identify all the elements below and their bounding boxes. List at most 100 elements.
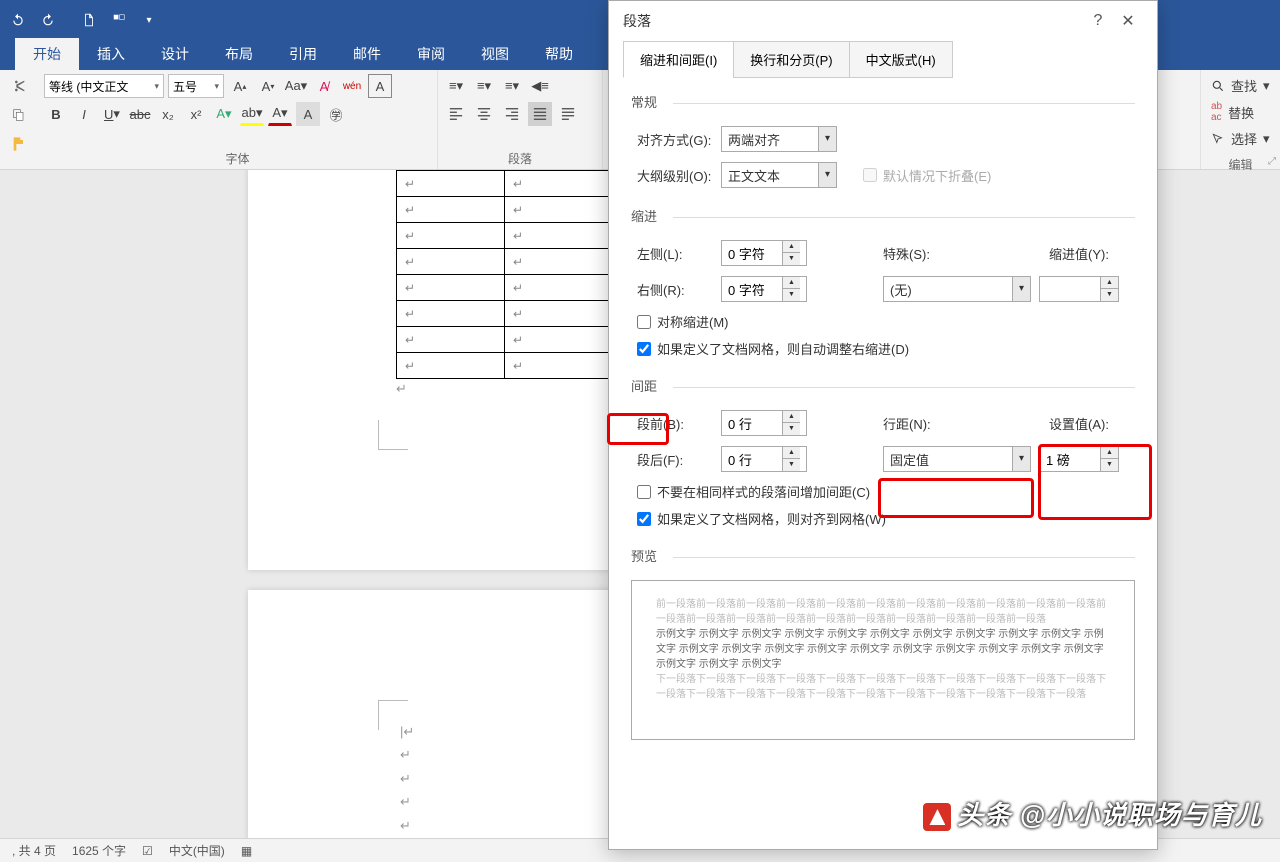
phonetic-icon[interactable]: wén — [340, 74, 364, 98]
alignment-select[interactable]: 两端对齐▾ — [721, 126, 837, 152]
tab-asian-typography[interactable]: 中文版式(H) — [849, 41, 953, 78]
italic-icon[interactable]: I — [72, 102, 96, 126]
section-spacing: 间距 段前(B): ▲▼ 行距(N): 设置值(A): 段后(F): ▲▼ 固定… — [631, 376, 1135, 528]
macro-icon[interactable]: ▦ — [241, 844, 252, 858]
preview-box: 前一段落前一段落前一段落前一段落前一段落前一段落前一段落前一段落前一段落前一段落… — [631, 580, 1135, 740]
justify-icon[interactable] — [528, 102, 552, 126]
multilevel-icon[interactable]: ≡▾ — [500, 74, 524, 98]
copy-icon[interactable] — [11, 107, 27, 128]
auto-adjust-indent-checkbox[interactable]: 如果定义了文档网格，则自动调整右缩进(D) — [631, 339, 1135, 358]
text-effects-icon[interactable]: A▾ — [212, 102, 236, 126]
spell-check-icon[interactable]: ☑ — [142, 844, 153, 858]
subscript-icon[interactable]: x₂ — [156, 102, 180, 126]
tab-view[interactable]: 视图 — [463, 38, 527, 70]
font-dialog-launcher[interactable]: ⤢ — [1268, 156, 1276, 167]
font-group: 等线 (中文正文▾ 五号▾ A▴ A▾ Aa▾ А̸ wén A B I U▾ … — [38, 70, 438, 169]
new-doc-icon[interactable] — [79, 10, 99, 30]
dialog-title: 段落 — [623, 11, 651, 31]
section-title-spacing: 间距 — [631, 376, 1135, 398]
bullets-icon[interactable]: ≡▾ — [444, 74, 468, 98]
space-after-label: 段后(F): — [631, 450, 713, 469]
decrease-indent-icon[interactable]: ◀≡ — [528, 74, 552, 98]
highlight-icon[interactable]: ab▾ — [240, 102, 264, 126]
mirror-indent-checkbox[interactable]: 对称缩进(M) — [631, 312, 1135, 331]
paragraph-dialog: 段落 ? ✕ 缩进和间距(I) 换行和分页(P) 中文版式(H) 常规 对齐方式… — [608, 0, 1158, 850]
word-count[interactable]: 1625 个字 — [72, 842, 126, 859]
page-count[interactable]: , 共 4 页 — [12, 842, 56, 859]
touch-mode-icon[interactable] — [109, 10, 129, 30]
space-after-spinner[interactable]: ▲▼ — [721, 446, 807, 472]
watermark: 头条 @小小说职场与育儿 — [923, 795, 1262, 832]
language-status[interactable]: 中文(中国) — [169, 842, 225, 859]
indent-by-spinner[interactable]: ▲▼ — [1039, 276, 1119, 302]
section-title-preview: 预览 — [631, 546, 1135, 568]
customize-qat-icon[interactable]: ▾ — [139, 10, 159, 30]
font-name-select[interactable]: 等线 (中文正文▾ — [44, 74, 164, 98]
space-before-spinner[interactable]: ▲▼ — [721, 410, 807, 436]
outline-label: 大纲级别(O): — [631, 166, 713, 185]
page-corner — [378, 700, 408, 730]
dialog-titlebar: 段落 ? ✕ — [609, 1, 1157, 41]
align-left-icon[interactable] — [444, 102, 468, 126]
section-title-indent: 缩进 — [631, 206, 1135, 228]
tab-help[interactable]: 帮助 — [527, 38, 591, 70]
underline-icon[interactable]: U▾ — [100, 102, 124, 126]
tab-layout[interactable]: 布局 — [207, 38, 271, 70]
font-color-icon[interactable]: A▾ — [268, 102, 292, 126]
clipboard-group — [0, 70, 38, 169]
strike-icon[interactable]: abc — [128, 102, 152, 126]
dialog-close-icon[interactable]: ✕ — [1113, 11, 1143, 31]
superscript-icon[interactable]: x² — [184, 102, 208, 126]
char-shading-icon[interactable]: A — [296, 102, 320, 126]
tab-review[interactable]: 审阅 — [399, 38, 463, 70]
no-space-same-style-checkbox[interactable]: 不要在相同样式的段落间增加间距(C) — [631, 482, 1135, 501]
clear-format-icon[interactable]: А̸ — [312, 74, 336, 98]
dialog-tabs: 缩进和间距(I) 换行和分页(P) 中文版式(H) — [609, 41, 1157, 78]
distribute-icon[interactable] — [556, 102, 580, 126]
paragraph-group-label: 段落 — [444, 148, 596, 167]
tab-home[interactable]: 开始 — [15, 38, 79, 70]
document-table[interactable]: ↵↵ ↵↵ ↵↵ ↵↵ ↵↵ ↵↵ ↵↵ ↵↵ — [396, 170, 613, 379]
indent-left-spinner[interactable]: ▲▼ — [721, 240, 807, 266]
font-size-select[interactable]: 五号▾ — [168, 74, 224, 98]
align-center-icon[interactable] — [472, 102, 496, 126]
change-case-icon[interactable]: Aa▾ — [284, 74, 308, 98]
tab-references[interactable]: 引用 — [271, 38, 335, 70]
font-group-label: 字体 — [44, 148, 431, 167]
select-button[interactable]: 选择▾ — [1211, 129, 1270, 148]
special-select[interactable]: (无)▾ — [883, 276, 1031, 302]
tab-line-page-breaks[interactable]: 换行和分页(P) — [733, 41, 849, 78]
tab-indent-spacing[interactable]: 缩进和间距(I) — [623, 41, 734, 78]
find-button[interactable]: 查找▾ — [1211, 76, 1270, 95]
indent-left-label: 左侧(L): — [631, 244, 713, 263]
paragraph-group: ≡▾ ≡▾ ≡▾ ◀≡ 段落 — [438, 70, 603, 169]
section-preview: 预览 前一段落前一段落前一段落前一段落前一段落前一段落前一段落前一段落前一段落前… — [631, 546, 1135, 740]
at-spinner[interactable]: ▲▼ — [1039, 446, 1119, 472]
indent-right-label: 右侧(R): — [631, 280, 713, 299]
snap-to-grid-checkbox[interactable]: 如果定义了文档网格，则对齐到网格(W) — [631, 509, 1135, 528]
tab-design[interactable]: 设计 — [143, 38, 207, 70]
section-general: 常规 对齐方式(G): 两端对齐▾ 大纲级别(O): 正文文本▾ 默认情况下折叠… — [631, 92, 1135, 188]
tab-mailings[interactable]: 邮件 — [335, 38, 399, 70]
alignment-label: 对齐方式(G): — [631, 130, 713, 149]
indent-right-spinner[interactable]: ▲▼ — [721, 276, 807, 302]
align-right-icon[interactable] — [500, 102, 524, 126]
format-painter-icon[interactable] — [11, 136, 27, 157]
replace-button[interactable]: abac替换 — [1211, 101, 1270, 123]
linespacing-select[interactable]: 固定值▾ — [883, 446, 1031, 472]
enclose-char-icon[interactable]: ㊫ — [324, 102, 348, 126]
dialog-help-icon[interactable]: ? — [1083, 12, 1113, 30]
outline-select[interactable]: 正文文本▾ — [721, 162, 837, 188]
space-before-label: 段前(B): — [631, 414, 713, 433]
bold-icon[interactable]: B — [44, 102, 68, 126]
collapse-checkbox: 默认情况下折叠(E) — [857, 166, 991, 185]
redo-icon[interactable] — [38, 10, 58, 30]
char-border-icon[interactable]: A — [368, 74, 392, 98]
shrink-font-icon[interactable]: A▾ — [256, 74, 280, 98]
section-title-general: 常规 — [631, 92, 1135, 114]
grow-font-icon[interactable]: A▴ — [228, 74, 252, 98]
cut-icon[interactable] — [11, 78, 27, 99]
tab-insert[interactable]: 插入 — [79, 38, 143, 70]
numbering-icon[interactable]: ≡▾ — [472, 74, 496, 98]
undo-icon[interactable] — [8, 10, 28, 30]
